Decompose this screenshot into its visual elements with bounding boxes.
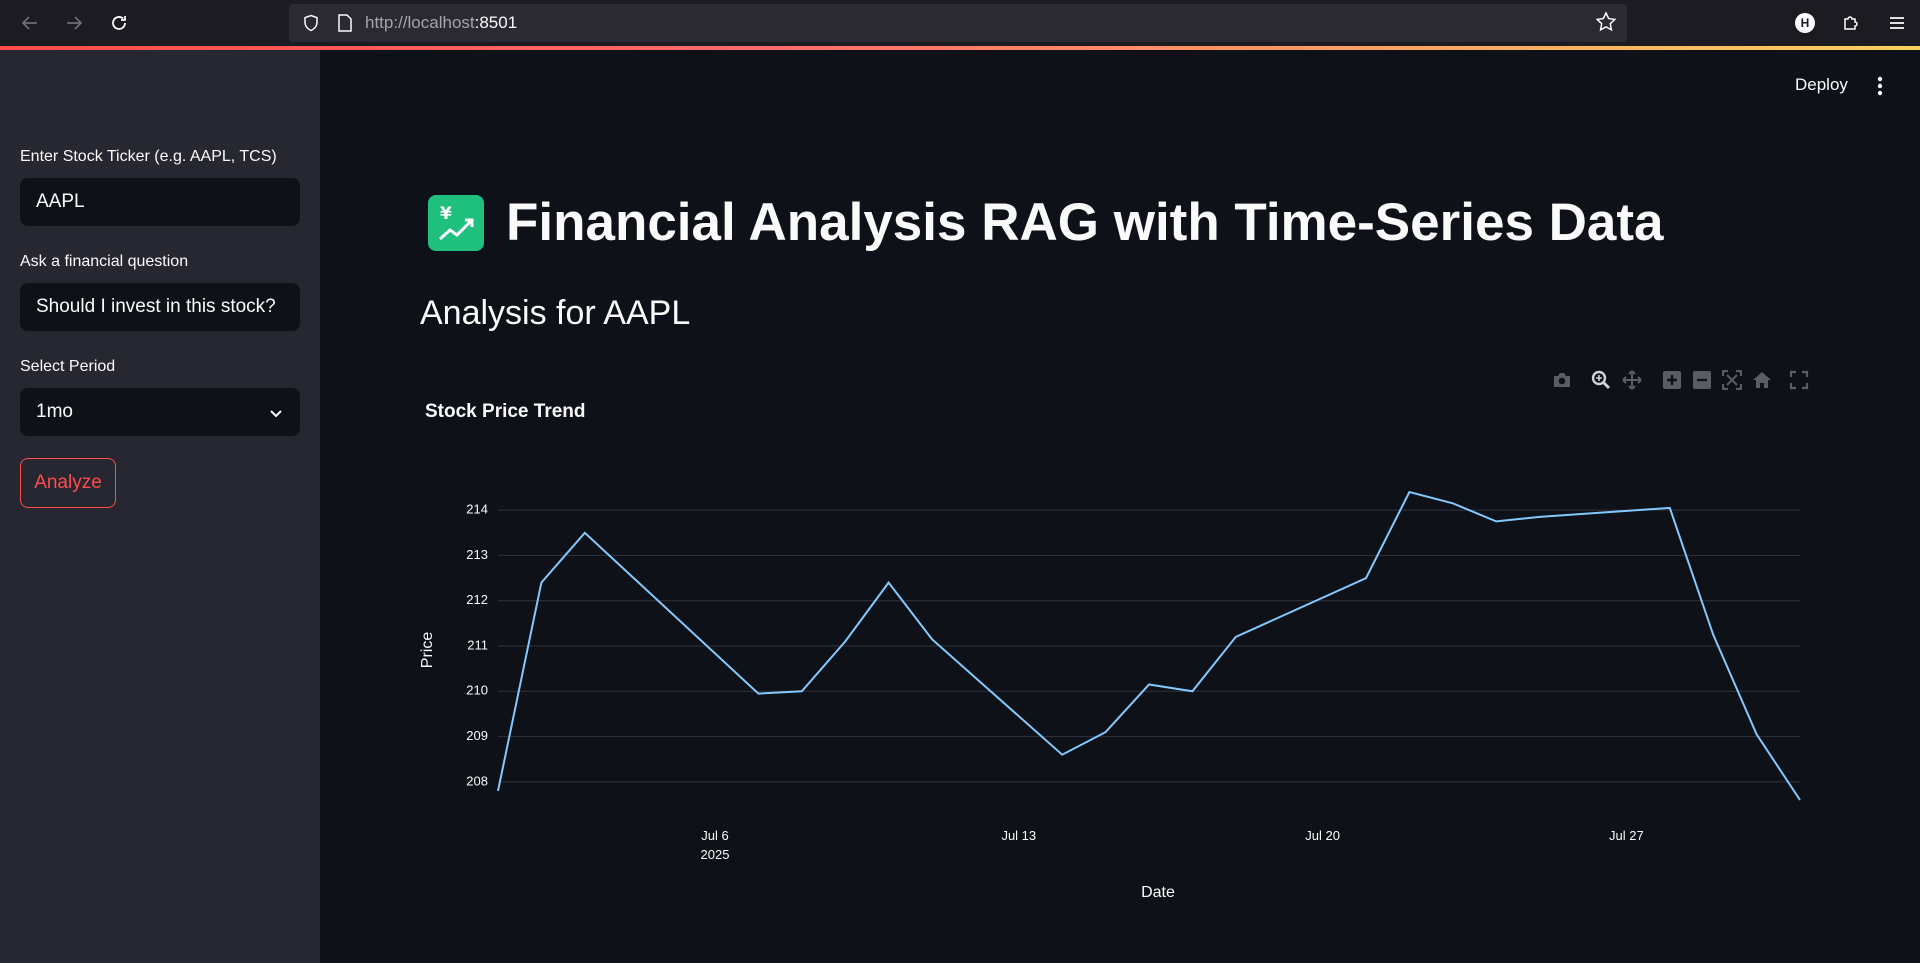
y-tick-label: 214	[466, 502, 488, 517]
y-tick-label: 210	[466, 683, 488, 698]
question-input[interactable]: Should I invest in this stock?	[20, 283, 300, 331]
camera-icon[interactable]	[1552, 370, 1572, 390]
period-select[interactable]: 1mo	[20, 388, 300, 436]
y-tick-label: 211	[467, 637, 488, 652]
page-title: ¥ Financial Analysis RAG with Time-Serie…	[428, 192, 1664, 253]
profile-h-icon[interactable]: H	[1782, 0, 1828, 46]
chart-title: Stock Price Trend	[425, 401, 586, 422]
analyze-button[interactable]: Analyze	[20, 458, 116, 508]
url-bar[interactable]: http://localhost:8501	[289, 4, 1627, 42]
more-options-icon[interactable]	[1872, 74, 1888, 98]
page-icon[interactable]	[333, 11, 357, 35]
page-title-text: Financial Analysis RAG with Time-Series …	[506, 193, 1664, 252]
menu-icon[interactable]	[1874, 0, 1920, 46]
shield-icon[interactable]	[299, 11, 323, 35]
url-text: http://localhost:8501	[365, 13, 518, 32]
autoscale-icon[interactable]	[1722, 370, 1742, 390]
ticker-input[interactable]: AAPL	[20, 178, 300, 226]
zoom-out-icon[interactable]	[1692, 370, 1712, 390]
bookmark-star-icon[interactable]	[1595, 11, 1617, 38]
back-icon[interactable]	[8, 0, 52, 46]
chevron-down-icon	[268, 405, 284, 427]
forward-icon[interactable]	[52, 0, 96, 46]
extensions-icon[interactable]	[1828, 0, 1874, 46]
x-axis-label: Date	[1141, 884, 1175, 901]
y-tick-label: 208	[466, 773, 488, 788]
analysis-subtitle: Analysis for AAPL	[420, 294, 691, 332]
zoom-in-icon[interactable]	[1662, 370, 1682, 390]
x-tick-label: Jul 13	[1001, 828, 1036, 843]
y-tick-label: 209	[466, 728, 488, 743]
ticker-label: Enter Stock Ticker (e.g. AAPL, TCS)	[20, 148, 277, 165]
y-tick-label: 213	[466, 547, 488, 562]
deploy-button[interactable]: Deploy	[1795, 75, 1848, 95]
y-tick-label: 212	[466, 592, 488, 607]
y-axis-label: Price	[420, 632, 436, 669]
question-label: Ask a financial question	[20, 253, 189, 270]
sidebar: Enter Stock Ticker (e.g. AAPL, TCS) AAPL…	[0, 50, 320, 963]
pan-icon[interactable]	[1622, 370, 1642, 390]
reload-icon[interactable]	[97, 0, 141, 46]
period-select-value: 1mo	[36, 401, 73, 422]
x-tick-label: Jul 20	[1305, 828, 1340, 843]
x-tick-sublabel: 2025	[701, 847, 730, 862]
stock-price-chart[interactable]: Stock Price Trend 208209210211212213214 …	[420, 400, 1820, 920]
reset-axes-icon[interactable]	[1752, 370, 1772, 390]
browser-toolbar: http://localhost:8501 H	[0, 0, 1920, 46]
fullscreen-icon[interactable]	[1789, 370, 1809, 390]
svg-text:¥: ¥	[440, 204, 452, 224]
x-tick-label: Jul 6	[701, 828, 728, 843]
x-tick-label: Jul 27	[1609, 828, 1644, 843]
chart-with-upwards-trend-yen-icon: ¥	[428, 194, 484, 251]
period-label: Select Period	[20, 358, 116, 375]
zoom-icon[interactable]	[1591, 370, 1611, 390]
